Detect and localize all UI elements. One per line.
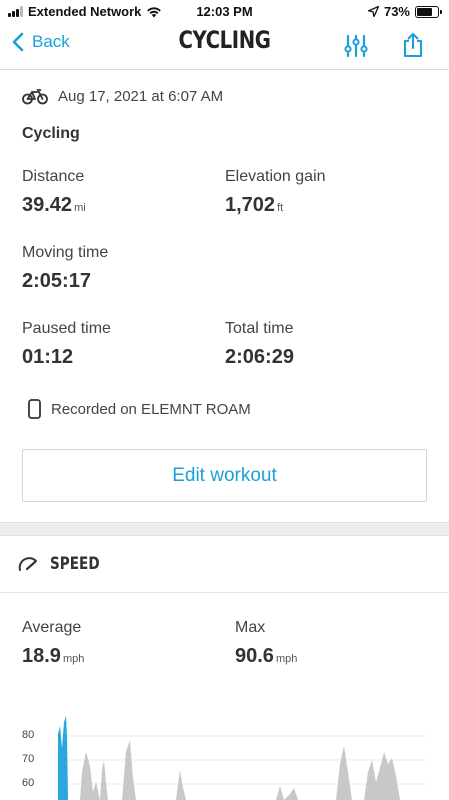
workout-date: Aug 17, 2021 at 6:07 AM <box>58 88 224 105</box>
speed-section-header: SPEED <box>0 536 449 593</box>
share-icon[interactable] <box>402 32 424 58</box>
edit-workout-button[interactable]: Edit workout <box>22 449 427 502</box>
recorded-device: Recorded on ELEMNT ROAM <box>51 400 251 418</box>
max-speed-unit: mph <box>275 653 298 665</box>
activity-type: Cycling <box>22 125 80 142</box>
distance-value: 39.42 <box>22 194 73 216</box>
max-speed-stat: Max 90.6 mph <box>235 619 297 668</box>
speedometer-icon <box>18 557 37 571</box>
average-speed-unit: mph <box>62 653 85 665</box>
filter-sliders-icon[interactable] <box>344 34 368 58</box>
workout-date-row: Aug 17, 2021 at 6:07 AM <box>22 88 223 105</box>
average-speed-stat: Average 18.9 mph <box>22 619 84 668</box>
speed-title: SPEED <box>50 554 100 574</box>
moving-time-stat: Moving time 2:05:17 <box>22 244 108 293</box>
paused-time-value: 01:12 <box>22 346 74 368</box>
max-speed-value: 90.6 <box>235 645 274 667</box>
device-icon <box>28 399 41 419</box>
moving-time-value: 2:05:17 <box>22 270 91 292</box>
elevation-unit: ft <box>277 202 284 214</box>
distance-label: Distance <box>22 168 85 185</box>
battery-percent: 73% <box>383 4 410 19</box>
speed-area-highlight <box>58 716 68 800</box>
average-speed-value: 18.9 <box>22 645 61 667</box>
battery-icon <box>415 5 442 18</box>
chevron-left-icon <box>12 32 24 52</box>
total-time-stat: Total time 2:06:29 <box>225 320 294 369</box>
paused-time-label: Paused time <box>22 320 111 337</box>
total-time-value: 2:06:29 <box>225 346 294 368</box>
moving-time-label: Moving time <box>22 244 109 261</box>
elevation-stat: Elevation gain 1,702 ft <box>225 168 326 217</box>
paused-time-stat: Paused time 01:12 <box>22 320 111 369</box>
section-divider <box>0 522 449 536</box>
bicycle-icon <box>22 88 48 104</box>
device-row: Recorded on ELEMNT ROAM <box>28 399 251 419</box>
distance-unit: mi <box>74 202 86 214</box>
speed-chart: 80 70 60 <box>0 712 449 800</box>
speed-area-gray <box>80 740 400 800</box>
status-bar: Extended Network 12:03 PM 73% <box>0 0 449 24</box>
elevation-value: 1,702 <box>225 194 276 216</box>
speed-chart-plot <box>55 716 425 800</box>
total-time-label: Total time <box>225 320 294 337</box>
elevation-label: Elevation gain <box>225 168 326 185</box>
navigation-bar: Back CYCLING <box>0 24 449 70</box>
average-speed-label: Average <box>22 619 82 636</box>
location-arrow-icon <box>367 6 379 17</box>
max-speed-label: Max <box>235 619 266 636</box>
distance-stat: Distance 39.42 mi <box>22 168 86 217</box>
